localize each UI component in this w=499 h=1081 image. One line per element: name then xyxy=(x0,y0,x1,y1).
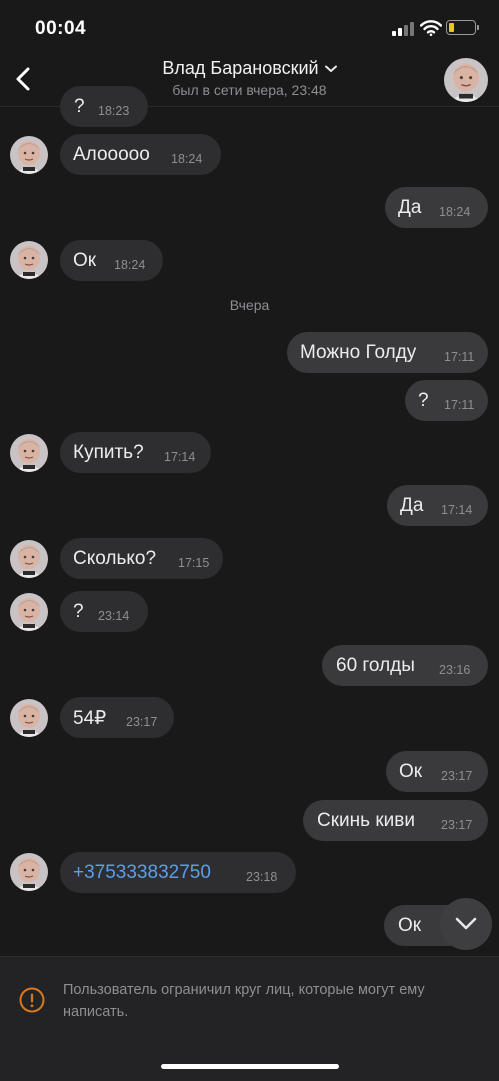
message-bubble-outgoing[interactable]: Да 17:14 xyxy=(387,485,488,526)
message-time: 17:11 xyxy=(444,350,475,364)
signal-icon xyxy=(392,22,416,36)
message-bubble-incoming[interactable]: Купить? 17:14 xyxy=(60,432,211,473)
message-text: Да xyxy=(398,197,422,218)
message-text: ? xyxy=(74,96,85,117)
message-text: 60 голды xyxy=(336,655,415,676)
message-bubble-outgoing[interactable]: Ок 23:17 xyxy=(386,751,488,792)
chevron-down-icon xyxy=(455,917,477,930)
message-text: Ок xyxy=(73,250,97,271)
message-bubble-incoming[interactable]: +375333832750 23:18 xyxy=(60,852,296,893)
message-text: Да xyxy=(400,495,424,516)
message-text: 54₽ xyxy=(73,708,107,729)
message-text: ? xyxy=(418,390,429,411)
contact-avatar[interactable] xyxy=(10,241,48,279)
notice-text: Пользователь ограничил круг лиц, которые… xyxy=(63,982,425,1020)
message-text: Ок xyxy=(398,915,422,936)
status-bar: 00:04 xyxy=(0,0,499,56)
message-text: Скинь киви xyxy=(317,810,415,831)
battery-icon xyxy=(446,20,479,35)
message-time: 23:14 xyxy=(98,609,130,623)
date-separator: Вчера xyxy=(229,297,270,313)
message-bubble-outgoing[interactable]: Да 18:24 xyxy=(385,187,488,228)
contact-name-button[interactable]: Влад Барановский xyxy=(0,58,499,79)
message-bubble-outgoing[interactable]: Скинь киви 23:17 xyxy=(303,800,488,841)
message-bubble-incoming[interactable]: Ок 18:24 xyxy=(60,240,163,281)
contact-avatar[interactable] xyxy=(10,853,48,891)
message-bubble-outgoing[interactable]: Можно Голду 17:11 xyxy=(287,332,488,373)
contact-avatar[interactable] xyxy=(10,136,48,174)
message-text: Ок xyxy=(399,761,423,782)
message-bubble-outgoing[interactable]: ? 17:11 xyxy=(405,380,488,421)
message-time: 23:17 xyxy=(441,769,473,783)
chevron-down-icon xyxy=(324,65,337,73)
message-time: 23:17 xyxy=(126,715,158,729)
message-time: 18:24 xyxy=(439,205,471,219)
status-time: 00:04 xyxy=(35,18,87,39)
message-text: Сколько? xyxy=(73,548,157,569)
message-bubble-incoming[interactable]: Алооооо 18:24 xyxy=(60,134,221,175)
message-bubble-incoming[interactable]: Сколько? 17:15 xyxy=(60,538,223,579)
exclamation-circle-icon xyxy=(19,987,45,1013)
message-time: 18:23 xyxy=(98,104,130,118)
message-time: 17:15 xyxy=(178,556,210,570)
message-bubble-incoming[interactable]: 54₽ 23:17 xyxy=(60,697,174,738)
restricted-messaging-notice: Пользователь ограничил круг лиц, которые… xyxy=(0,956,499,1081)
message-text: ? xyxy=(73,601,84,622)
wifi-icon xyxy=(420,20,442,36)
contact-avatar[interactable] xyxy=(10,593,48,631)
contact-avatar[interactable] xyxy=(10,540,48,578)
phone-number-link[interactable]: +375333832750 xyxy=(73,862,211,884)
message-time: 17:14 xyxy=(164,450,196,464)
home-indicator[interactable] xyxy=(161,1064,339,1069)
message-bubble-outgoing[interactable]: 60 голды 23:16 xyxy=(322,645,488,686)
scroll-to-bottom-button[interactable] xyxy=(440,898,492,950)
message-time: 17:11 xyxy=(444,398,475,412)
message-bubble-incoming[interactable]: ? 23:14 xyxy=(60,591,148,632)
contact-avatar[interactable] xyxy=(10,434,48,472)
message-time: 18:24 xyxy=(114,258,146,272)
header-avatar[interactable] xyxy=(444,58,488,102)
message-text: Можно Голду xyxy=(300,342,417,363)
message-text: Алооооо xyxy=(73,144,150,165)
message-text: Купить? xyxy=(73,442,144,463)
contact-avatar[interactable] xyxy=(10,699,48,737)
message-time: 17:14 xyxy=(441,503,473,517)
message-time: 23:17 xyxy=(441,818,473,832)
message-time: 18:24 xyxy=(171,152,203,166)
message-time: 23:18 xyxy=(246,870,278,884)
message-bubble-incoming[interactable]: ? 18:23 xyxy=(60,86,148,127)
message-time: 23:16 xyxy=(439,663,471,677)
contact-name: Влад Барановский xyxy=(162,58,319,78)
